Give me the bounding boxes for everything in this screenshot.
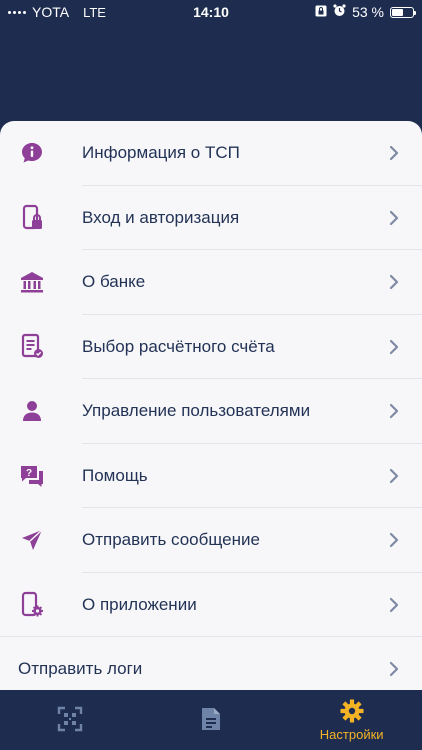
user-icon: [18, 397, 46, 425]
screen-lock-icon: [315, 4, 327, 20]
menu-item-label: Вход и авторизация: [82, 207, 240, 227]
chevron-right-icon: [389, 275, 399, 290]
menu-item-label: О приложении: [82, 594, 197, 614]
tab-qr-scan[interactable]: [0, 690, 141, 750]
chevron-right-icon: [389, 210, 399, 225]
menu-item-login-auth[interactable]: Вход и авторизация: [0, 186, 422, 250]
menu-item-label: Отправить сообщение: [82, 530, 260, 550]
menu-item-help[interactable]: ? Помощь: [0, 444, 422, 508]
chevron-right-icon: [389, 662, 399, 677]
help-chat-icon: ?: [18, 462, 46, 490]
svg-text:?: ?: [26, 468, 32, 479]
document-check-icon: [18, 333, 46, 361]
phone-lock-icon: [18, 204, 46, 232]
menu-item-label: О банке: [82, 272, 146, 292]
menu-item-user-management[interactable]: Управление пользователями: [0, 379, 422, 444]
menu-item-about-app[interactable]: О приложении: [0, 573, 422, 637]
settings-sheet: Информация о ТСП Вход и авторизация О ба…: [0, 121, 422, 691]
menu-item-account-select[interactable]: Выбор расчётного счёта: [0, 315, 422, 379]
battery-percent: 53 %: [352, 4, 384, 20]
battery-icon: [390, 6, 416, 18]
tab-label: Настройки: [319, 727, 384, 742]
chevron-right-icon: [389, 339, 399, 354]
menu-item-send-logs[interactable]: Отправить логи: [0, 637, 422, 691]
info-icon: [18, 139, 46, 167]
status-bar: YOTA LTE 14:10 53 %: [0, 0, 422, 24]
menu-item-send-message[interactable]: Отправить сообщение: [0, 508, 422, 573]
tab-settings[interactable]: Настройки: [281, 690, 422, 750]
chevron-right-icon: [389, 468, 399, 483]
menu-item-label: Управление пользователями: [82, 401, 311, 421]
document-icon: [202, 707, 220, 730]
tab-bar: Настройки: [0, 690, 422, 750]
chevron-right-icon: [389, 533, 399, 548]
network-type: LTE: [83, 4, 106, 20]
chevron-right-icon: [389, 404, 399, 419]
send-icon: [18, 526, 46, 554]
carrier-name: YOTA: [32, 4, 70, 20]
bank-icon: [18, 268, 46, 296]
alarm-icon: [333, 4, 346, 20]
gear-icon: [340, 699, 364, 723]
phone-settings-icon: [18, 591, 46, 619]
menu-item-about-bank[interactable]: О банке: [0, 250, 422, 315]
chevron-right-icon: [389, 146, 399, 161]
menu-item-label: Отправить логи: [18, 659, 143, 679]
signal-icon: [8, 10, 26, 14]
menu-item-tsp-info[interactable]: Информация о ТСП: [0, 121, 422, 186]
menu-item-label: Помощь: [82, 465, 148, 485]
chevron-right-icon: [389, 597, 399, 612]
qr-scan-icon: [58, 706, 83, 731]
menu-item-label: Информация о ТСП: [82, 143, 240, 163]
menu-item-label: Выбор расчётного счёта: [82, 336, 275, 356]
tab-documents[interactable]: [141, 690, 282, 750]
